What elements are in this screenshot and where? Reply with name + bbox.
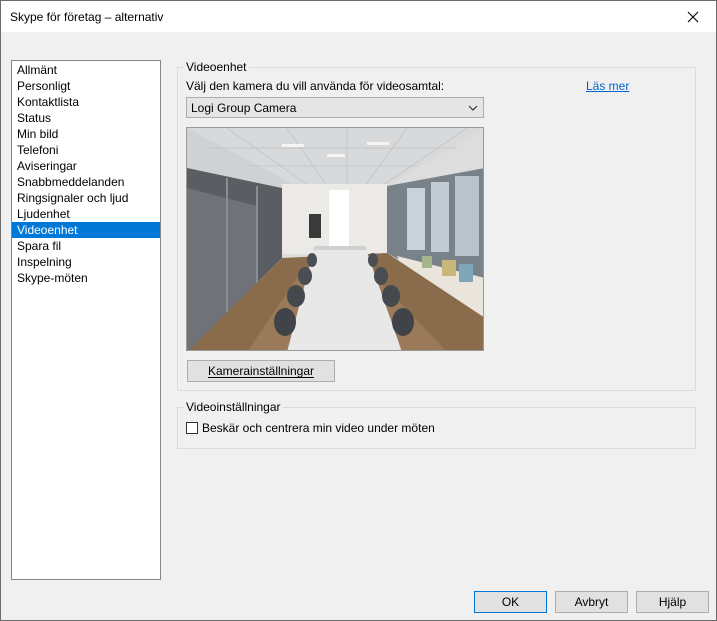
title-bar: Skype för företag – alternativ: [1, 1, 716, 32]
ok-button[interactable]: OK: [474, 591, 547, 613]
video-device-group-title: Videoenhet: [184, 60, 249, 74]
crop-center-checkbox[interactable]: [186, 422, 198, 434]
nav-item-audio-device[interactable]: Ljudenhet: [12, 206, 160, 222]
nav-item-alerts[interactable]: Aviseringar: [12, 158, 160, 174]
nav-item-recording[interactable]: Inspelning: [12, 254, 160, 270]
nav-item-personal[interactable]: Personligt: [12, 78, 160, 94]
help-button[interactable]: Hjälp: [636, 591, 709, 613]
camera-select[interactable]: Logi Group Camera: [186, 97, 484, 118]
nav-item-ringtones[interactable]: Ringsignaler och ljud: [12, 190, 160, 206]
camera-prompt: Välj den kamera du vill använda för vide…: [186, 79, 445, 93]
camera-preview-image: [187, 128, 483, 350]
nav-item-file-saving[interactable]: Spara fil: [12, 238, 160, 254]
cancel-button[interactable]: Avbryt: [555, 591, 628, 613]
camera-settings-button[interactable]: Kamerainställningar: [187, 360, 335, 382]
chevron-down-icon: [468, 105, 478, 111]
camera-select-value: Logi Group Camera: [191, 101, 297, 115]
nav-item-status[interactable]: Status: [12, 110, 160, 126]
nav-item-phones[interactable]: Telefoni: [12, 142, 160, 158]
camera-preview: [186, 127, 484, 351]
learn-more-link[interactable]: Läs mer: [586, 79, 629, 93]
camera-settings-label: Kamerainställningar: [207, 364, 315, 378]
nav-item-skype-meetings[interactable]: Skype-möten: [12, 270, 160, 286]
crop-center-option[interactable]: Beskär och centrera min video under möte…: [186, 421, 435, 435]
nav-item-contact-list[interactable]: Kontaktlista: [12, 94, 160, 110]
video-settings-group-title: Videoinställningar: [184, 400, 283, 414]
close-icon: [687, 11, 699, 22]
close-button[interactable]: [670, 1, 716, 32]
crop-center-label: Beskär och centrera min video under möte…: [202, 421, 435, 435]
nav-item-general[interactable]: Allmänt: [12, 62, 160, 78]
nav-item-video-device[interactable]: Videoenhet: [12, 222, 160, 238]
category-list: Allmänt Personligt Kontaktlista Status M…: [11, 60, 161, 580]
nav-item-my-picture[interactable]: Min bild: [12, 126, 160, 142]
nav-item-im[interactable]: Snabbmeddelanden: [12, 174, 160, 190]
window-title: Skype för företag – alternativ: [10, 10, 164, 24]
